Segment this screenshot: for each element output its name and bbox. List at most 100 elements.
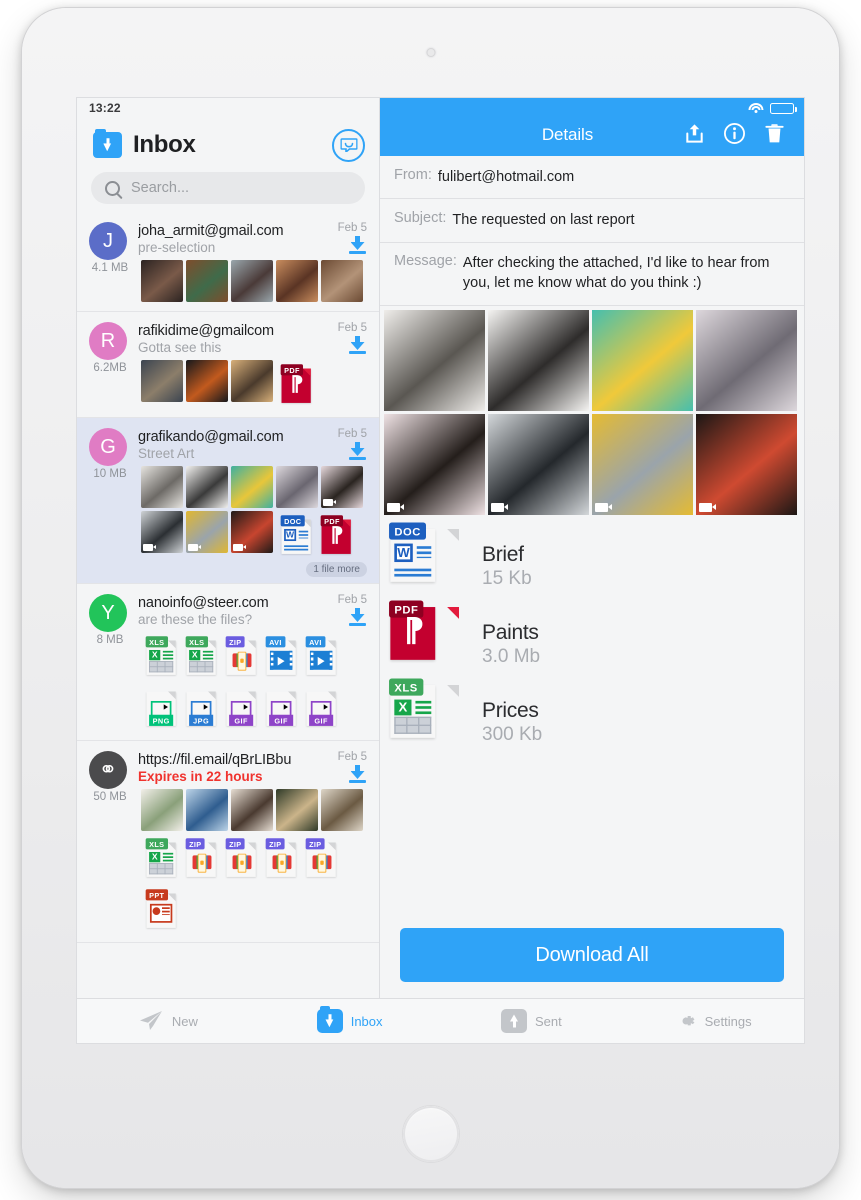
attachment-thumbnail[interactable] <box>186 789 228 831</box>
attachment-thumbnails: DOC W PDF ⁋ <box>141 466 367 559</box>
info-icon[interactable] <box>723 122 746 145</box>
attachment-thumbnail[interactable] <box>384 414 485 516</box>
details-panel: Details From: fulibert@hotmail.com Subje… <box>380 98 804 998</box>
attachment-thumbnail[interactable] <box>276 260 318 302</box>
attachment-thumbnail[interactable] <box>276 466 318 508</box>
xls-file-icon[interactable]: XLS X <box>144 837 180 878</box>
attachment-thumbnail[interactable] <box>488 310 589 412</box>
file-name: Brief <box>482 542 524 566</box>
tab-sent[interactable]: Sent <box>441 999 623 1043</box>
zip-file-icon[interactable]: ZIP <box>264 837 300 878</box>
avi-file-icon[interactable]: AVI <box>264 635 300 676</box>
attachment-thumbnail[interactable] <box>696 414 797 516</box>
ppt-file-icon[interactable]: PPT <box>144 888 180 929</box>
attachment-thumbnail[interactable] <box>231 511 273 553</box>
home-button[interactable] <box>402 1106 459 1162</box>
pdf-file-icon[interactable]: PDF ⁋ <box>319 514 355 555</box>
zip-file-icon[interactable]: ZIP <box>304 837 340 878</box>
tab-inbox[interactable]: Inbox <box>259 999 441 1043</box>
attachment-thumbnail[interactable] <box>141 466 183 508</box>
battery-icon <box>770 103 797 114</box>
attachment-gallery[interactable] <box>380 306 804 516</box>
gif-file-icon[interactable]: GIFGIF <box>224 686 260 727</box>
download-icon[interactable] <box>348 765 367 783</box>
attachment-thumbnail[interactable] <box>696 310 797 412</box>
pdf-file-icon[interactable]: PDF ⁋ <box>279 363 315 404</box>
email-sender: rafikidime@gmailcom <box>138 323 274 339</box>
email-list-item[interactable]: Ggrafikando@gmail.com Street Art Feb 5 10 M… <box>77 418 379 584</box>
subject-value: The requested on last report <box>452 212 635 229</box>
avi-file-icon[interactable]: AVI <box>304 635 340 676</box>
zip-file-icon[interactable]: ZIP <box>224 837 260 878</box>
email-list-item[interactable]: Rrafikidime@gmailcom Gotta see this Feb 5 6… <box>77 312 379 418</box>
bottom-tab-bar[interactable]: New Inbox Sent Settings <box>77 998 804 1043</box>
tab-settings-label: Settings <box>704 1013 752 1029</box>
more-files-badge[interactable]: 1 file more <box>306 562 367 577</box>
search-icon <box>105 180 120 196</box>
file-list-item[interactable]: PDF ⁋ Paints 3.0 Mb <box>380 600 804 683</box>
attachment-thumbnail[interactable] <box>321 260 363 302</box>
email-subject: Gotta see this <box>138 340 222 355</box>
attachment-thumbnail[interactable] <box>592 414 693 516</box>
gif-file-icon[interactable]: GIFGIF <box>304 686 340 727</box>
download-icon[interactable] <box>348 336 367 354</box>
attachment-thumbnail[interactable] <box>321 789 363 831</box>
zip-file-icon[interactable]: ZIP <box>224 635 260 676</box>
attachment-thumbnail[interactable] <box>186 511 228 553</box>
gif-file-icon[interactable]: GIFGIF <box>264 686 300 727</box>
attachment-thumbnail[interactable] <box>231 360 273 402</box>
email-list-item[interactable]: Jjoha_armit@gmail.com pre-selection Feb 5 4… <box>77 212 379 312</box>
email-list-item[interactable]: Ynanoinfo@steer.com are these the files? F… <box>77 584 379 741</box>
email-size: 50 MB <box>93 791 127 803</box>
attachment-thumbnail[interactable] <box>141 360 183 402</box>
share-icon[interactable] <box>683 122 706 145</box>
attachment-thumbnail[interactable] <box>186 360 228 402</box>
png-file-icon[interactable]: PNGPNG <box>144 686 180 727</box>
file-size: 15 Kb <box>482 567 532 589</box>
from-field: From: fulibert@hotmail.com <box>380 156 804 200</box>
attachment-thumbnail[interactable] <box>488 414 589 516</box>
attachment-thumbnail[interactable] <box>231 789 273 831</box>
doc-file-icon[interactable]: DOC W <box>279 514 315 555</box>
attachment-thumbnail[interactable] <box>186 260 228 302</box>
trash-icon[interactable] <box>763 122 786 145</box>
pdf-file-icon[interactable]: PDF ⁋ <box>386 599 465 689</box>
email-subject: are these the files? <box>138 612 253 627</box>
tab-settings[interactable]: Settings <box>622 999 804 1043</box>
avatar: Y <box>89 594 127 632</box>
search-input[interactable]: Search... <box>91 172 365 204</box>
attachment-thumbnail[interactable] <box>141 511 183 553</box>
attachment-thumbnail[interactable] <box>186 466 228 508</box>
zip-file-icon[interactable]: ZIP <box>184 837 220 878</box>
tab-new[interactable]: New <box>77 999 259 1043</box>
xls-file-icon[interactable]: XLS X <box>144 635 180 676</box>
details-title: Details <box>541 125 594 144</box>
attachment-thumbnail[interactable] <box>231 260 273 302</box>
attachment-thumbnail[interactable] <box>141 260 183 302</box>
attachment-thumbnail[interactable] <box>592 310 693 412</box>
email-subject: pre-selection <box>138 240 216 255</box>
file-list-item[interactable]: DOC W Brief 15 Kb <box>380 522 804 605</box>
download-icon[interactable] <box>348 236 367 254</box>
file-list-item[interactable]: XLS X Prices 300 Kb <box>380 678 804 761</box>
xls-file-icon[interactable]: XLS X <box>386 677 465 767</box>
attachment-thumbnail[interactable] <box>231 466 273 508</box>
subject-label: Subject: <box>394 210 447 227</box>
xls-file-icon[interactable]: XLS X <box>184 635 220 676</box>
compose-message-icon[interactable] <box>332 128 365 162</box>
attachment-thumbnail[interactable] <box>384 310 485 412</box>
from-label: From: <box>394 167 432 183</box>
download-icon[interactable] <box>348 442 367 460</box>
doc-file-icon[interactable]: DOC W <box>386 521 465 611</box>
jpg-file-icon[interactable]: JPGJPG <box>184 686 220 727</box>
attachment-thumbnail[interactable] <box>276 789 318 831</box>
download-icon[interactable] <box>348 608 367 626</box>
message-field: Message: After checking the attached, I'… <box>380 242 804 307</box>
attachment-thumbnail[interactable] <box>141 789 183 831</box>
download-all-button[interactable]: Download All <box>400 928 784 982</box>
email-list[interactable]: Jjoha_armit@gmail.com pre-selection Feb 5 4… <box>77 212 379 943</box>
attachment-file-list[interactable]: DOC W Brief 15 Kb PDF ⁋ Paints 3.0 Mb XLS X Prices… <box>380 515 804 761</box>
email-list-item[interactable]: ⚭ https://fil.email/qBrLIBbu Expires in 22… <box>77 741 379 943</box>
file-size: 300 Kb <box>482 723 543 745</box>
attachment-thumbnail[interactable] <box>321 466 363 508</box>
